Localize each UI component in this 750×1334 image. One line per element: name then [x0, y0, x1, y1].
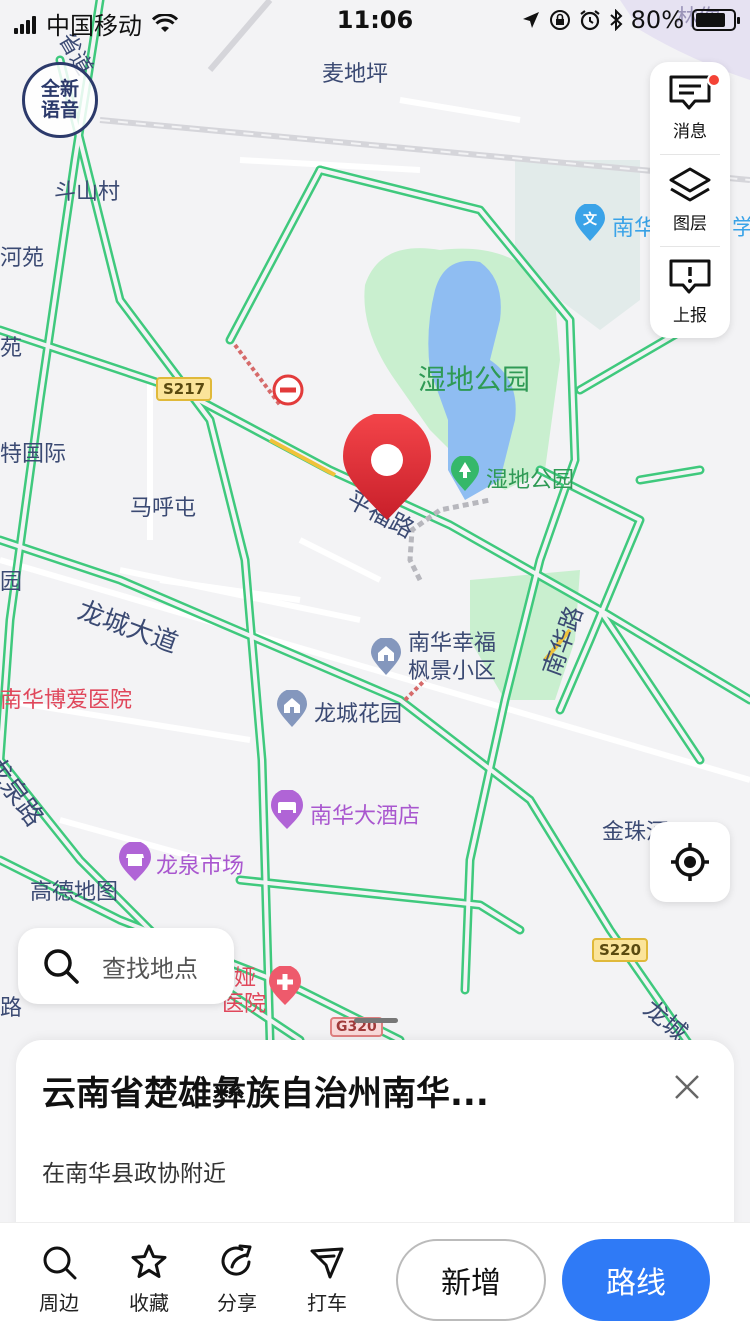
search-icon — [44, 949, 79, 984]
map-label-heyuan[interactable]: 河苑 — [0, 240, 44, 272]
taxi-label: 打车 — [307, 1291, 347, 1315]
voice-badge-line2: 语音 — [40, 99, 79, 121]
layers-label: 图层 — [673, 213, 707, 234]
road-label-lu-left: 路 — [0, 996, 23, 1021]
share-button[interactable]: 分享 — [202, 1243, 272, 1316]
nearby-label: 周边 — [39, 1291, 79, 1315]
battery-fill — [696, 13, 725, 27]
report-label: 上报 — [673, 305, 707, 326]
map-label-shidi-gongyuan-area[interactable]: 湿地公园 — [418, 358, 530, 398]
taxi-button[interactable]: 打车 — [292, 1243, 362, 1316]
report-button[interactable]: 上报 — [650, 246, 730, 336]
map-label-longcheng-huayuan[interactable]: 龙城花园 — [314, 696, 402, 728]
map-label-yuan[interactable]: 苑 — [0, 330, 22, 362]
close-button[interactable] — [670, 1070, 704, 1104]
bluetooth-icon — [609, 9, 623, 31]
map-label-gaode-ditu[interactable]: 高德地图 — [30, 874, 118, 906]
map-label-mahutun[interactable]: 马呼屯 — [130, 490, 196, 522]
map-label-nanhua-boai-hospital[interactable]: 南华博爱医院 — [0, 682, 132, 714]
place-subtitle: 在南华县政协附近 — [42, 1161, 226, 1187]
messages-button[interactable]: 消息 — [650, 62, 730, 152]
star-icon — [131, 1244, 167, 1278]
locate-me-button[interactable] — [650, 822, 730, 902]
battery-icon — [692, 9, 740, 31]
nearby-button[interactable]: 周边 — [24, 1243, 94, 1316]
taxi-icon — [310, 1247, 344, 1279]
favorite-label: 收藏 — [129, 1291, 169, 1315]
layers-icon — [669, 167, 711, 201]
map-label-doushancun[interactable]: 斗山村 — [54, 174, 120, 206]
share-label: 分享 — [217, 1291, 257, 1315]
place-detail-sheet: 云南省楚雄彝族自治州南华... 在南华县政协附近 — [16, 1040, 734, 1240]
close-icon — [675, 1075, 699, 1099]
add-place-button[interactable]: 新增 — [396, 1239, 546, 1321]
map-side-toolbar: 消息 图层 上报 — [650, 62, 730, 338]
voice-pack-badge[interactable]: 全新 语音 — [22, 62, 98, 138]
sheet-drag-handle[interactable] — [354, 1018, 398, 1023]
s220-shield: S220 — [592, 938, 649, 962]
s217-shield: S217 — [156, 377, 213, 401]
voice-badge-line1: 全新 — [40, 78, 79, 100]
alarm-icon — [579, 10, 600, 31]
search-placeholder: 查找地点 — [102, 954, 198, 983]
map-label-teguoji[interactable]: 特国际 — [0, 436, 66, 468]
share-icon — [221, 1244, 252, 1276]
map-label-nanhua-xingfu-line1: 南华幸福 — [408, 631, 497, 656]
crosshair-icon — [671, 843, 709, 881]
map-label-nanhua-dajiudian[interactable]: 南华大酒店 — [310, 798, 420, 830]
map-label-maidiping[interactable]: 麦地坪 — [322, 56, 388, 88]
route-label: 路线 — [606, 1266, 666, 1301]
add-place-label: 新增 — [441, 1266, 501, 1301]
map-label-longquan-shichang[interactable]: 龙泉市场 — [156, 848, 244, 880]
search-place-button[interactable]: 查找地点 — [18, 928, 234, 1004]
place-title: 云南省楚雄彝族自治州南华... — [42, 1074, 489, 1114]
battery-percent: 80% — [630, 6, 684, 34]
map-label-yuan2[interactable]: 园 — [0, 564, 22, 596]
unread-dot — [707, 73, 721, 87]
report-icon — [669, 259, 711, 293]
favorite-button[interactable]: 收藏 — [114, 1243, 184, 1316]
rotation-lock-icon — [549, 10, 570, 30]
map-label-shidi-gongyuan-poi[interactable]: 湿地公园 — [486, 462, 574, 494]
route-button[interactable]: 路线 — [562, 1239, 710, 1321]
map-label-nanhua-xingfu[interactable]: 南华幸福 枫景小区 — [408, 630, 496, 686]
search-icon — [43, 1246, 77, 1280]
layers-button[interactable]: 图层 — [650, 154, 730, 244]
svg-text:文: 文 — [583, 211, 598, 228]
map-label-nanhua-xingfu-line2: 枫景小区 — [408, 659, 497, 684]
status-bar: 中国移动 11:06 80% — [0, 0, 750, 40]
messages-label: 消息 — [673, 121, 707, 142]
map-label-school-suffix: 学 — [732, 216, 750, 241]
bottom-action-bar: 周边 收藏 分享 打车 新增 路线 — [0, 1222, 750, 1334]
location-arrow-icon — [522, 12, 539, 28]
